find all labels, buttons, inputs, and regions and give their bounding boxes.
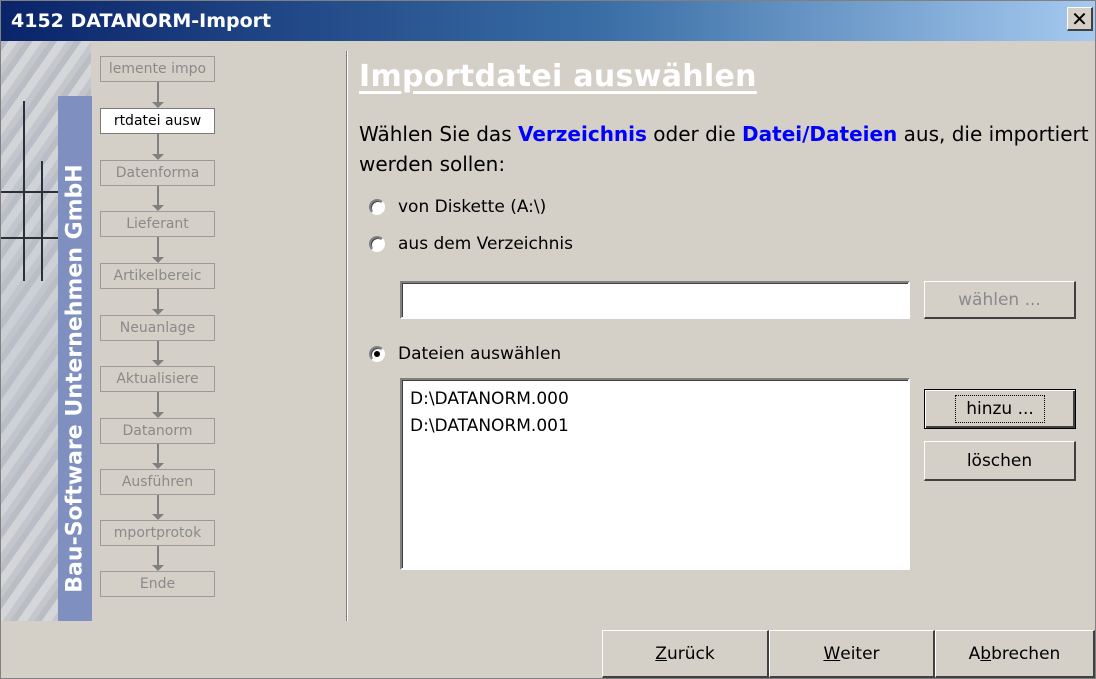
option-label: von Diskette (A:\) <box>398 197 547 217</box>
instruction-highlight-directory: Verzeichnis <box>517 122 647 146</box>
wizard-step[interactable]: Aktualisiere <box>100 366 215 392</box>
radio-button[interactable] <box>369 236 385 252</box>
next-button[interactable]: Weiter <box>769 630 935 678</box>
art-line <box>23 101 25 281</box>
window-title: 4152 DATANORM-Import <box>11 10 272 32</box>
option-diskette[interactable]: von Diskette (A:\) <box>369 197 546 217</box>
add-file-button-label: hinzu ... <box>955 395 1045 423</box>
step-arrow-icon <box>152 134 164 160</box>
step-arrow-icon <box>152 82 164 108</box>
back-mnemonic: Z <box>655 643 667 664</box>
cancel-label-pre: A <box>968 643 981 664</box>
title-bar[interactable]: 4152 DATANORM-Import ✕ <box>1 1 1095 41</box>
instruction-part: Wählen Sie das <box>359 122 518 146</box>
directory-input-value <box>402 284 414 296</box>
company-name: Bau-Software Unternehmen GmbH <box>58 96 92 621</box>
option-directory[interactable]: aus dem Verzeichnis <box>369 234 573 254</box>
wizard-step[interactable]: Datanorm <box>100 418 215 444</box>
wizard-step[interactable]: Datenforma <box>100 160 215 186</box>
wizard-sidebar: Bau-Software Unternehmen GmbH lemente im… <box>1 41 346 621</box>
wizard-step[interactable]: Ausführen <box>100 469 215 495</box>
delete-file-button[interactable]: löschen <box>924 441 1076 481</box>
wizard-step[interactable]: Ende <box>100 571 215 597</box>
instruction-text: Wählen Sie das Verzeichnis oder die Date… <box>359 119 1094 179</box>
instruction-highlight-files: Datei/Dateien <box>742 122 898 146</box>
wizard-step[interactable]: rtdatei ausw <box>100 108 215 134</box>
art-line <box>1 237 61 239</box>
step-arrow-icon <box>152 546 164 571</box>
cancel-button[interactable]: Ab brechen <box>935 630 1095 678</box>
instruction-part: oder die <box>646 122 743 146</box>
cancel-label: brechen <box>991 643 1061 664</box>
step-arrow-icon <box>152 341 164 366</box>
wizard-step[interactable]: lemente impo <box>100 56 215 82</box>
option-label: Dateien auswählen <box>398 344 562 364</box>
cancel-mnemonic: b <box>980 643 992 664</box>
next-mnemonic: W <box>823 643 841 664</box>
next-label: eiter <box>840 643 880 664</box>
art-line <box>1 191 61 193</box>
import-dialog: 4152 DATANORM-Import ✕ Bau-Software Unte… <box>0 0 1096 679</box>
option-select-files[interactable]: Dateien auswählen <box>369 344 561 364</box>
step-arrow-icon <box>152 289 164 315</box>
wizard-step[interactable]: Artikelbereic <box>100 263 215 289</box>
list-item[interactable]: D:\DATANORM.001 <box>402 413 908 440</box>
step-arrow-icon <box>152 392 164 418</box>
wizard-step[interactable]: Lieferant <box>100 211 215 237</box>
list-item[interactable]: D:\DATANORM.000 <box>402 386 908 413</box>
back-label: urück <box>666 643 715 664</box>
step-arrow-icon <box>152 495 164 520</box>
step-arrow-icon <box>152 444 164 469</box>
vertical-divider <box>346 51 348 621</box>
wizard-step[interactable]: mportprotok <box>100 520 215 546</box>
company-name-text: Bau-Software Unternehmen GmbH <box>62 164 88 593</box>
file-list[interactable]: D:\DATANORM.000 D:\DATANORM.001 <box>400 378 910 570</box>
radio-button[interactable] <box>369 346 385 362</box>
option-label: aus dem Verzeichnis <box>398 234 574 254</box>
wizard-step[interactable]: Neuanlage <box>100 315 215 341</box>
choose-directory-button[interactable]: wählen ... <box>924 281 1076 319</box>
art-line <box>41 161 43 281</box>
directory-input[interactable] <box>400 281 910 319</box>
step-arrow-icon <box>152 186 164 211</box>
step-arrow-icon <box>152 237 164 263</box>
close-button[interactable]: ✕ <box>1067 7 1093 31</box>
add-file-button[interactable]: hinzu ... <box>924 389 1076 429</box>
page-title: Importdatei auswählen <box>359 59 757 94</box>
radio-button[interactable] <box>369 199 385 215</box>
close-icon: ✕ <box>1071 6 1088 31</box>
back-button[interactable]: Zurück <box>602 630 769 678</box>
